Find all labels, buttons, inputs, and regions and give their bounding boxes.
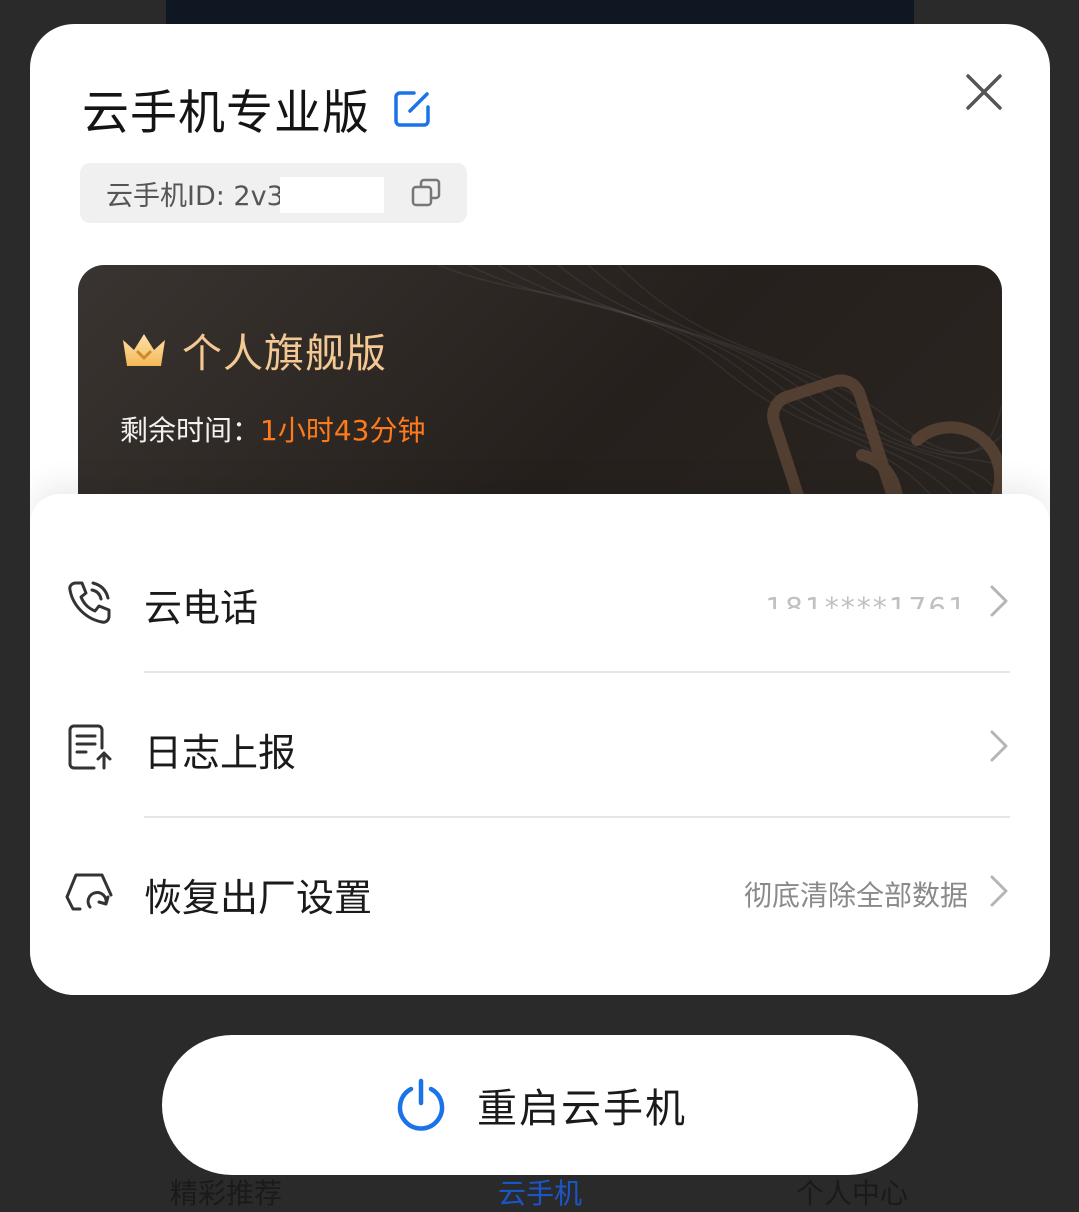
chevron-right-icon bbox=[988, 584, 1010, 618]
menu-item-cloud-phone-call[interactable]: 云电话 181****1761 bbox=[30, 529, 1050, 673]
menu-item-label: 日志上报 bbox=[144, 731, 297, 775]
restart-cloud-phone-button[interactable]: 重启云手机 bbox=[162, 1035, 918, 1175]
edit-name-icon[interactable] bbox=[390, 87, 434, 131]
tab-personal-center[interactable]: 个人中心 bbox=[796, 1172, 908, 1212]
tab-cloud-phone[interactable]: 云手机 bbox=[498, 1172, 582, 1212]
divider bbox=[144, 671, 1010, 673]
sheet-title: 云手机专业版 bbox=[82, 86, 370, 141]
cloud-phone-id: 云手机ID: 2v3 bbox=[106, 180, 284, 212]
factory-reset-icon bbox=[64, 867, 114, 917]
tab-recommend[interactable]: 精彩推荐 bbox=[170, 1172, 282, 1212]
menu-item-log-report[interactable]: 日志上报 bbox=[30, 674, 1050, 818]
power-icon bbox=[393, 1077, 449, 1133]
close-icon[interactable] bbox=[962, 70, 1006, 114]
log-upload-icon bbox=[64, 722, 114, 772]
phone-icon bbox=[64, 577, 114, 627]
crown-icon bbox=[120, 330, 168, 370]
title-row: 云手机专业版 bbox=[82, 74, 434, 143]
chevron-right-icon bbox=[988, 874, 1010, 908]
copy-icon[interactable] bbox=[411, 178, 441, 208]
remaining-time: 剩余时间：1小时43分钟 bbox=[120, 409, 425, 449]
menu-item-label: 恢复出厂设置 bbox=[144, 876, 373, 920]
menu-item-factory-reset[interactable]: 恢复出厂设置 彻底清除全部数据 bbox=[30, 819, 1050, 963]
chevron-right-icon bbox=[988, 729, 1010, 763]
menu-item-label: 云电话 bbox=[144, 586, 259, 630]
cloud-phone-id-chip: 云手机ID: 2v3 bbox=[80, 163, 467, 223]
divider bbox=[144, 816, 1010, 818]
factory-reset-hint: 彻底清除全部数据 bbox=[743, 879, 968, 912]
restart-button-label: 重启云手机 bbox=[477, 1086, 687, 1132]
remaining-time-value: 1小时43分钟 bbox=[260, 414, 426, 447]
plan-name-row: 个人旗舰版 bbox=[120, 321, 387, 379]
cloud-phone-detail-sheet: 云手机专业版 云手机ID: 2v3 个人旗舰版 剩余时间：1小时43分钟 云电话… bbox=[30, 24, 1050, 995]
id-redaction bbox=[280, 177, 384, 213]
remaining-time-label: 剩余时间： bbox=[120, 414, 261, 447]
phone-number-value: 181****1761 bbox=[765, 591, 968, 609]
plan-name: 个人旗舰版 bbox=[182, 331, 387, 377]
